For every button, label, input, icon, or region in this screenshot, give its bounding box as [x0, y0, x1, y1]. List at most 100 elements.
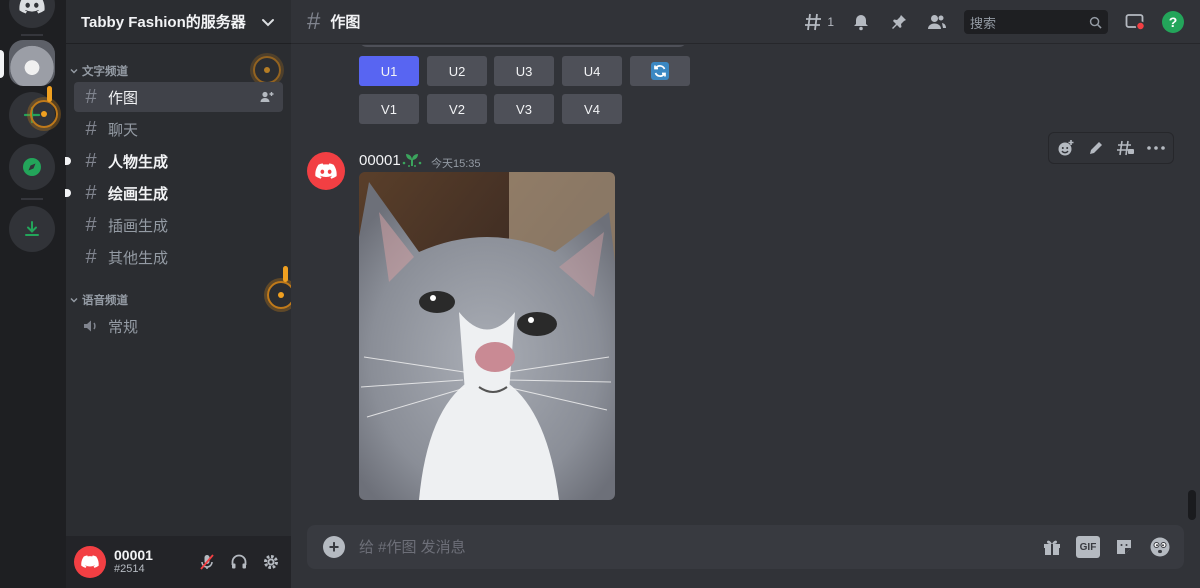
- sticker-button[interactable]: [1112, 536, 1136, 558]
- previous-embed-edge: [359, 45, 687, 47]
- search-input[interactable]: 搜索: [964, 10, 1108, 34]
- home-button[interactable]: [9, 0, 55, 28]
- add-reaction-button[interactable]: [1053, 135, 1079, 161]
- gif-icon: GIF: [1076, 536, 1100, 558]
- create-thread-button[interactable]: [1113, 135, 1139, 161]
- channel-label: 人物生成: [108, 153, 169, 171]
- chevron-down-icon: [70, 298, 78, 303]
- channel-item-chahua[interactable]: # 插画生成: [74, 210, 283, 240]
- mute-mic-button[interactable]: [197, 552, 217, 572]
- selected-server-pill: [0, 50, 4, 78]
- channel-item-qita[interactable]: # 其他生成: [74, 242, 283, 272]
- composer-toolbar: GIF: [1040, 536, 1172, 558]
- edit-message-button[interactable]: [1083, 135, 1109, 161]
- inbox-button[interactable]: [1124, 11, 1146, 33]
- refresh-icon: [651, 62, 669, 80]
- unread-indicator: [65, 157, 71, 165]
- message-input[interactable]: [359, 538, 959, 556]
- thread-count: 1: [827, 15, 834, 29]
- unread-indicator: [65, 189, 71, 197]
- threads-button[interactable]: [803, 11, 825, 33]
- chevron-down-icon: [70, 69, 78, 74]
- more-options-button[interactable]: [1143, 135, 1169, 161]
- channel-item-renwu[interactable]: # 人物生成: [65, 146, 283, 176]
- message-timestamp: 今天15:35: [431, 158, 481, 170]
- channel-item-liaotian[interactable]: # 聊天: [74, 114, 283, 144]
- mic-muted-icon: [200, 554, 214, 570]
- rail-separator: [21, 198, 43, 200]
- upload-plus-button[interactable]: +: [323, 536, 345, 558]
- pin-icon: [892, 15, 906, 29]
- explore-servers-button[interactable]: [9, 144, 55, 190]
- channel-item-zuotu[interactable]: # 作图: [74, 82, 283, 112]
- gif-button[interactable]: GIF: [1076, 536, 1100, 558]
- server-header[interactable]: Tabby Fashion的服务器: [66, 0, 291, 44]
- hashtag-icon: #: [85, 85, 97, 108]
- onboarding-exclamation-icon: [47, 86, 52, 102]
- category-voice-channels[interactable]: 语音频道: [66, 291, 128, 309]
- discord-logo-icon: [315, 162, 337, 179]
- thread-icon: [1117, 140, 1134, 156]
- create-invite-icon[interactable]: [259, 89, 275, 105]
- onboarding-hotspot-icon[interactable]: [30, 100, 58, 128]
- message-author-name[interactable]: 00001: [359, 152, 401, 169]
- scrollbar-thumb[interactable]: [1188, 490, 1196, 520]
- message-composer: + GIF: [307, 525, 1184, 569]
- channel-label: 其他生成: [108, 249, 169, 267]
- channel-label: 绘画生成: [108, 185, 169, 203]
- chat-main: # 作图 1 搜索 ? U1 U2 U3 U4 V1 V2 V3 V4 0000…: [291, 0, 1200, 588]
- chevron-down-icon: [262, 18, 274, 26]
- hashtag-icon: #: [85, 245, 97, 268]
- bell-icon: [854, 15, 868, 31]
- emoji-button[interactable]: [1148, 536, 1172, 558]
- deafen-button[interactable]: [229, 552, 249, 572]
- download-icon: [25, 221, 39, 236]
- channel-label: 作图: [108, 89, 139, 107]
- channel-topbar: # 作图 1 搜索 ?: [291, 0, 1200, 44]
- u1-button[interactable]: U1: [359, 56, 419, 86]
- category-label: 语音频道: [82, 295, 128, 307]
- reroll-button[interactable]: [630, 56, 690, 86]
- user-info[interactable]: 00001 #2514: [114, 548, 153, 576]
- notification-settings-button[interactable]: [850, 11, 872, 33]
- gear-icon: [264, 555, 278, 569]
- server-icon-tabby[interactable]: [9, 40, 55, 86]
- download-apps-button[interactable]: [9, 206, 55, 252]
- category-text-channels[interactable]: 文字频道: [66, 62, 128, 80]
- message-hover-toolbar: [1048, 132, 1174, 164]
- member-list-button[interactable]: [926, 11, 948, 33]
- message-author-avatar[interactable]: [307, 152, 345, 190]
- inbox-icon: [1125, 14, 1145, 31]
- members-icon: [928, 15, 946, 29]
- v2-button[interactable]: V2: [427, 94, 487, 124]
- hashtag-icon: #: [85, 181, 97, 204]
- v4-button[interactable]: V4: [562, 94, 622, 124]
- cat-photo-image: [359, 172, 615, 500]
- gift-button[interactable]: [1040, 536, 1064, 558]
- v3-button[interactable]: V3: [494, 94, 554, 124]
- user-settings-button[interactable]: [261, 552, 281, 572]
- server-name: Tabby Fashion的服务器: [81, 14, 246, 31]
- search-icon: [1089, 16, 1102, 29]
- channel-sidebar: Tabby Fashion的服务器 文字频道 # 作图 # 聊天 # 人物生成 …: [65, 0, 295, 588]
- cat-avatar-image: [9, 40, 55, 86]
- u3-button[interactable]: U3: [494, 56, 554, 86]
- v1-button[interactable]: V1: [359, 94, 419, 124]
- hashtag-icon: #: [85, 117, 97, 140]
- pinned-messages-button[interactable]: [888, 11, 910, 33]
- message-image-attachment[interactable]: [359, 172, 615, 500]
- user-avatar[interactable]: [74, 546, 106, 578]
- u4-button[interactable]: U4: [562, 56, 622, 86]
- voice-channel-changgui[interactable]: 常规: [74, 311, 283, 341]
- gift-icon: [1044, 540, 1060, 555]
- emoji-icon: [1150, 537, 1170, 557]
- help-icon[interactable]: ?: [1162, 11, 1184, 33]
- user-name: 00001: [114, 547, 153, 563]
- channel-label: 常规: [108, 318, 139, 336]
- onboarding-hotspot-icon[interactable]: [253, 56, 281, 84]
- headphones-icon: [231, 554, 247, 569]
- channel-item-huihua[interactable]: # 绘画生成: [65, 178, 283, 208]
- u2-button[interactable]: U2: [427, 56, 487, 86]
- discord-logo-icon: [19, 0, 45, 14]
- message-list[interactable]: U1 U2 U3 U4 V1 V2 V3 V4 00001 今天15:35: [291, 45, 1200, 515]
